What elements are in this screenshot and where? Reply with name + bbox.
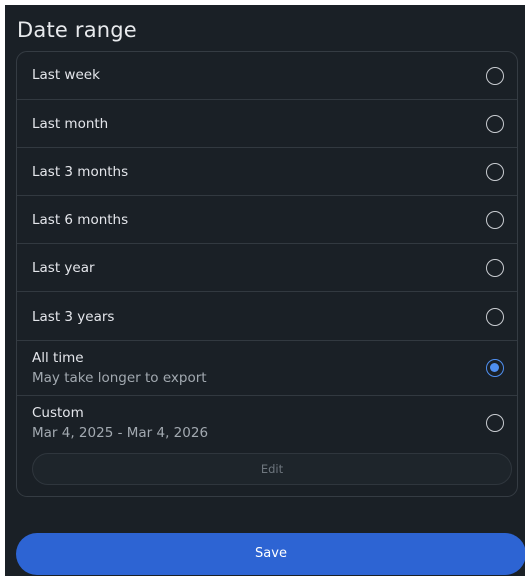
option-last-3-years[interactable]: Last 3 years xyxy=(17,292,517,341)
option-last-year[interactable]: Last year xyxy=(17,244,517,292)
option-label: Last 3 months xyxy=(32,164,129,180)
option-label: Last month xyxy=(32,116,109,132)
option-label: Last week xyxy=(32,67,100,83)
date-range-options: Last week Last month Last 3 months Last … xyxy=(16,51,518,497)
option-label: All time xyxy=(32,350,84,366)
radio-button[interactable] xyxy=(486,67,504,85)
option-custom[interactable]: Custom Mar 4, 2025 - Mar 4, 2026 Edit xyxy=(17,396,517,496)
option-last-week[interactable]: Last week xyxy=(17,52,517,100)
edit-button[interactable]: Edit xyxy=(32,453,512,485)
option-sublabel: May take longer to export xyxy=(32,370,207,386)
option-label: Last 6 months xyxy=(32,212,129,228)
radio-button[interactable] xyxy=(486,211,504,229)
option-last-3-months[interactable]: Last 3 months xyxy=(17,148,517,196)
option-label: Last year xyxy=(32,260,95,276)
save-button[interactable]: Save xyxy=(16,533,525,575)
radio-button[interactable] xyxy=(486,163,504,181)
radio-button[interactable] xyxy=(486,259,504,277)
date-range-dialog: Date range Last week Last month Last 3 m… xyxy=(5,5,525,576)
option-last-6-months[interactable]: Last 6 months xyxy=(17,196,517,244)
option-all-time[interactable]: All time May take longer to export xyxy=(17,341,517,396)
radio-button[interactable] xyxy=(486,308,504,326)
option-label: Custom xyxy=(32,405,84,421)
option-label: Last 3 years xyxy=(32,309,115,325)
radio-button-selected[interactable] xyxy=(486,359,504,377)
option-last-month[interactable]: Last month xyxy=(17,100,517,148)
dialog-title: Date range xyxy=(17,18,137,42)
radio-button[interactable] xyxy=(486,414,504,432)
radio-button[interactable] xyxy=(486,115,504,133)
custom-date-range: Mar 4, 2025 - Mar 4, 2026 xyxy=(32,425,209,441)
